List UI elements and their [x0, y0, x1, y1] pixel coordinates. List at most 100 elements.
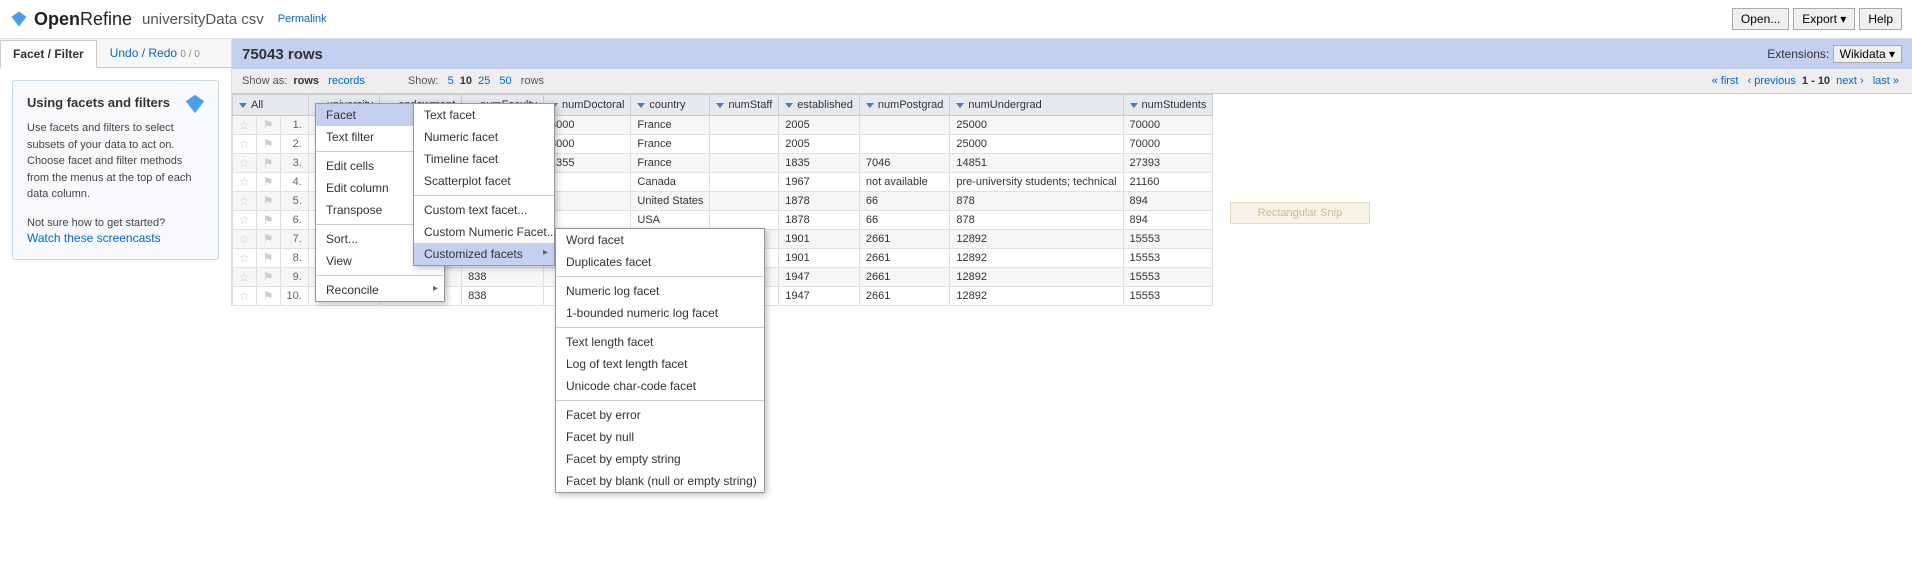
page-size-50[interactable]: 50 [499, 75, 511, 87]
star-icon[interactable]: ☆ [239, 156, 250, 170]
column-dropdown-icon[interactable] [637, 103, 645, 108]
menu-word-facet[interactable]: Word facet [556, 229, 764, 251]
cell-numStaff[interactable] [710, 154, 779, 173]
cell-numStudents[interactable]: 27393 [1123, 154, 1213, 173]
cell-numStaff[interactable] [710, 192, 779, 211]
column-header[interactable]: numStaff [710, 95, 779, 116]
menu-bounded-log-facet[interactable]: 1-bounded numeric log facet [556, 302, 764, 324]
column-dropdown-icon[interactable] [239, 103, 247, 108]
next-page[interactable]: next › [1836, 75, 1864, 87]
cell-numPostgrad[interactable] [859, 135, 949, 154]
cell-established[interactable]: 1947 [779, 268, 860, 287]
menu-custom-text-facet[interactable]: Custom text facet... [414, 199, 554, 221]
extension-select[interactable]: Wikidata ▾ [1833, 45, 1902, 63]
cell-established[interactable]: 1967 [779, 173, 860, 192]
cell-numFaculty[interactable]: 838 [462, 287, 544, 306]
cell-numDoctoral[interactable]: 1355 [544, 154, 631, 173]
cell-numUndergrad[interactable]: 25000 [950, 135, 1123, 154]
cell-numPostgrad[interactable] [859, 116, 949, 135]
cell-numPostgrad[interactable]: 2661 [859, 268, 949, 287]
cell-country[interactable]: France [631, 154, 710, 173]
menu-reconcile[interactable]: Reconcile [316, 279, 444, 301]
column-header[interactable]: numUndergrad [950, 95, 1123, 116]
tab-undo-redo[interactable]: Undo / Redo 0 / 0 [97, 39, 213, 67]
cell-numStaff[interactable] [710, 173, 779, 192]
column-header[interactable]: established [779, 95, 860, 116]
cell-numPostgrad[interactable]: 66 [859, 192, 949, 211]
menu-numeric-log-facet[interactable]: Numeric log facet [556, 280, 764, 302]
flag-icon[interactable]: ⚑ [263, 232, 274, 246]
column-dropdown-icon[interactable] [1130, 103, 1138, 108]
menu-facet-by-empty[interactable]: Facet by empty string [556, 448, 764, 470]
permalink-link[interactable]: Permalink [278, 13, 327, 25]
column-dropdown-icon[interactable] [866, 103, 874, 108]
cell-numStudents[interactable]: 15553 [1123, 287, 1213, 306]
open-button[interactable]: Open... [1732, 8, 1789, 30]
cell-numPostgrad[interactable]: not available [859, 173, 949, 192]
cell-established[interactable]: 1901 [779, 249, 860, 268]
first-page[interactable]: « first [1712, 75, 1739, 87]
show-as-records[interactable]: records [328, 75, 365, 87]
cell-established[interactable]: 1878 [779, 211, 860, 230]
cell-numUndergrad[interactable]: 25000 [950, 116, 1123, 135]
menu-numeric-facet[interactable]: Numeric facet [414, 126, 554, 148]
cell-established[interactable]: 1947 [779, 287, 860, 306]
cell-numFaculty[interactable]: 838 [462, 268, 544, 287]
column-dropdown-icon[interactable] [785, 103, 793, 108]
star-icon[interactable]: ☆ [239, 289, 250, 303]
cell-numDoctoral[interactable]: 8000 [544, 135, 631, 154]
column-header[interactable]: numPostgrad [859, 95, 949, 116]
cell-numStudents[interactable]: 15553 [1123, 230, 1213, 249]
cell-country[interactable]: France [631, 116, 710, 135]
flag-icon[interactable]: ⚑ [263, 118, 274, 132]
flag-icon[interactable]: ⚑ [263, 194, 274, 208]
star-icon[interactable]: ☆ [239, 175, 250, 189]
star-icon[interactable]: ☆ [239, 213, 250, 227]
export-button[interactable]: Export ▾ [1793, 8, 1855, 30]
cell-numStudents[interactable]: 894 [1123, 211, 1213, 230]
cell-numUndergrad[interactable]: 12892 [950, 249, 1123, 268]
cell-established[interactable]: 1835 [779, 154, 860, 173]
cell-numPostgrad[interactable]: 66 [859, 211, 949, 230]
cell-established[interactable]: 2005 [779, 116, 860, 135]
cell-numPostgrad[interactable]: 2661 [859, 230, 949, 249]
star-icon[interactable]: ☆ [239, 251, 250, 265]
menu-text-facet[interactable]: Text facet [414, 104, 554, 126]
cell-numDoctoral[interactable] [544, 192, 631, 211]
flag-icon[interactable]: ⚑ [263, 137, 274, 151]
cell-numUndergrad[interactable]: 12892 [950, 287, 1123, 306]
cell-numStaff[interactable] [710, 116, 779, 135]
column-header[interactable]: numStudents [1123, 95, 1213, 116]
column-header[interactable]: numDoctoral [544, 95, 631, 116]
cell-country[interactable]: Canada [631, 173, 710, 192]
cell-numUndergrad[interactable]: 878 [950, 211, 1123, 230]
flag-icon[interactable]: ⚑ [263, 289, 274, 303]
flag-icon[interactable]: ⚑ [263, 251, 274, 265]
page-size-5[interactable]: 5 [448, 75, 454, 87]
cell-numUndergrad[interactable]: 12892 [950, 268, 1123, 287]
star-icon[interactable]: ☆ [239, 232, 250, 246]
cell-numStudents[interactable]: 15553 [1123, 268, 1213, 287]
page-size-10[interactable]: 10 [460, 75, 472, 87]
cell-numStudents[interactable]: 15553 [1123, 249, 1213, 268]
cell-numUndergrad[interactable]: 878 [950, 192, 1123, 211]
cell-numPostgrad[interactable]: 7046 [859, 154, 949, 173]
cell-numStudents[interactable]: 70000 [1123, 135, 1213, 154]
cell-country[interactable]: United States [631, 192, 710, 211]
cell-numPostgrad[interactable]: 2661 [859, 249, 949, 268]
menu-facet-by-blank[interactable]: Facet by blank (null or empty string) [556, 470, 764, 492]
show-as-rows[interactable]: rows [293, 75, 319, 87]
cell-numUndergrad[interactable]: 12892 [950, 230, 1123, 249]
cell-numStudents[interactable]: 21160 [1123, 173, 1213, 192]
cell-established[interactable]: 1901 [779, 230, 860, 249]
cell-numPostgrad[interactable]: 2661 [859, 287, 949, 306]
cell-numStaff[interactable] [710, 135, 779, 154]
cell-country[interactable]: France [631, 135, 710, 154]
menu-scatterplot-facet[interactable]: Scatterplot facet [414, 170, 554, 192]
tab-facet-filter[interactable]: Facet / Filter [0, 40, 97, 68]
screencasts-link[interactable]: Watch these screencasts [27, 231, 161, 245]
cell-numDoctoral[interactable] [544, 173, 631, 192]
flag-icon[interactable]: ⚑ [263, 175, 274, 189]
cell-numDoctoral[interactable]: 8000 [544, 116, 631, 135]
menu-unicode-facet[interactable]: Unicode char-code facet [556, 375, 764, 397]
